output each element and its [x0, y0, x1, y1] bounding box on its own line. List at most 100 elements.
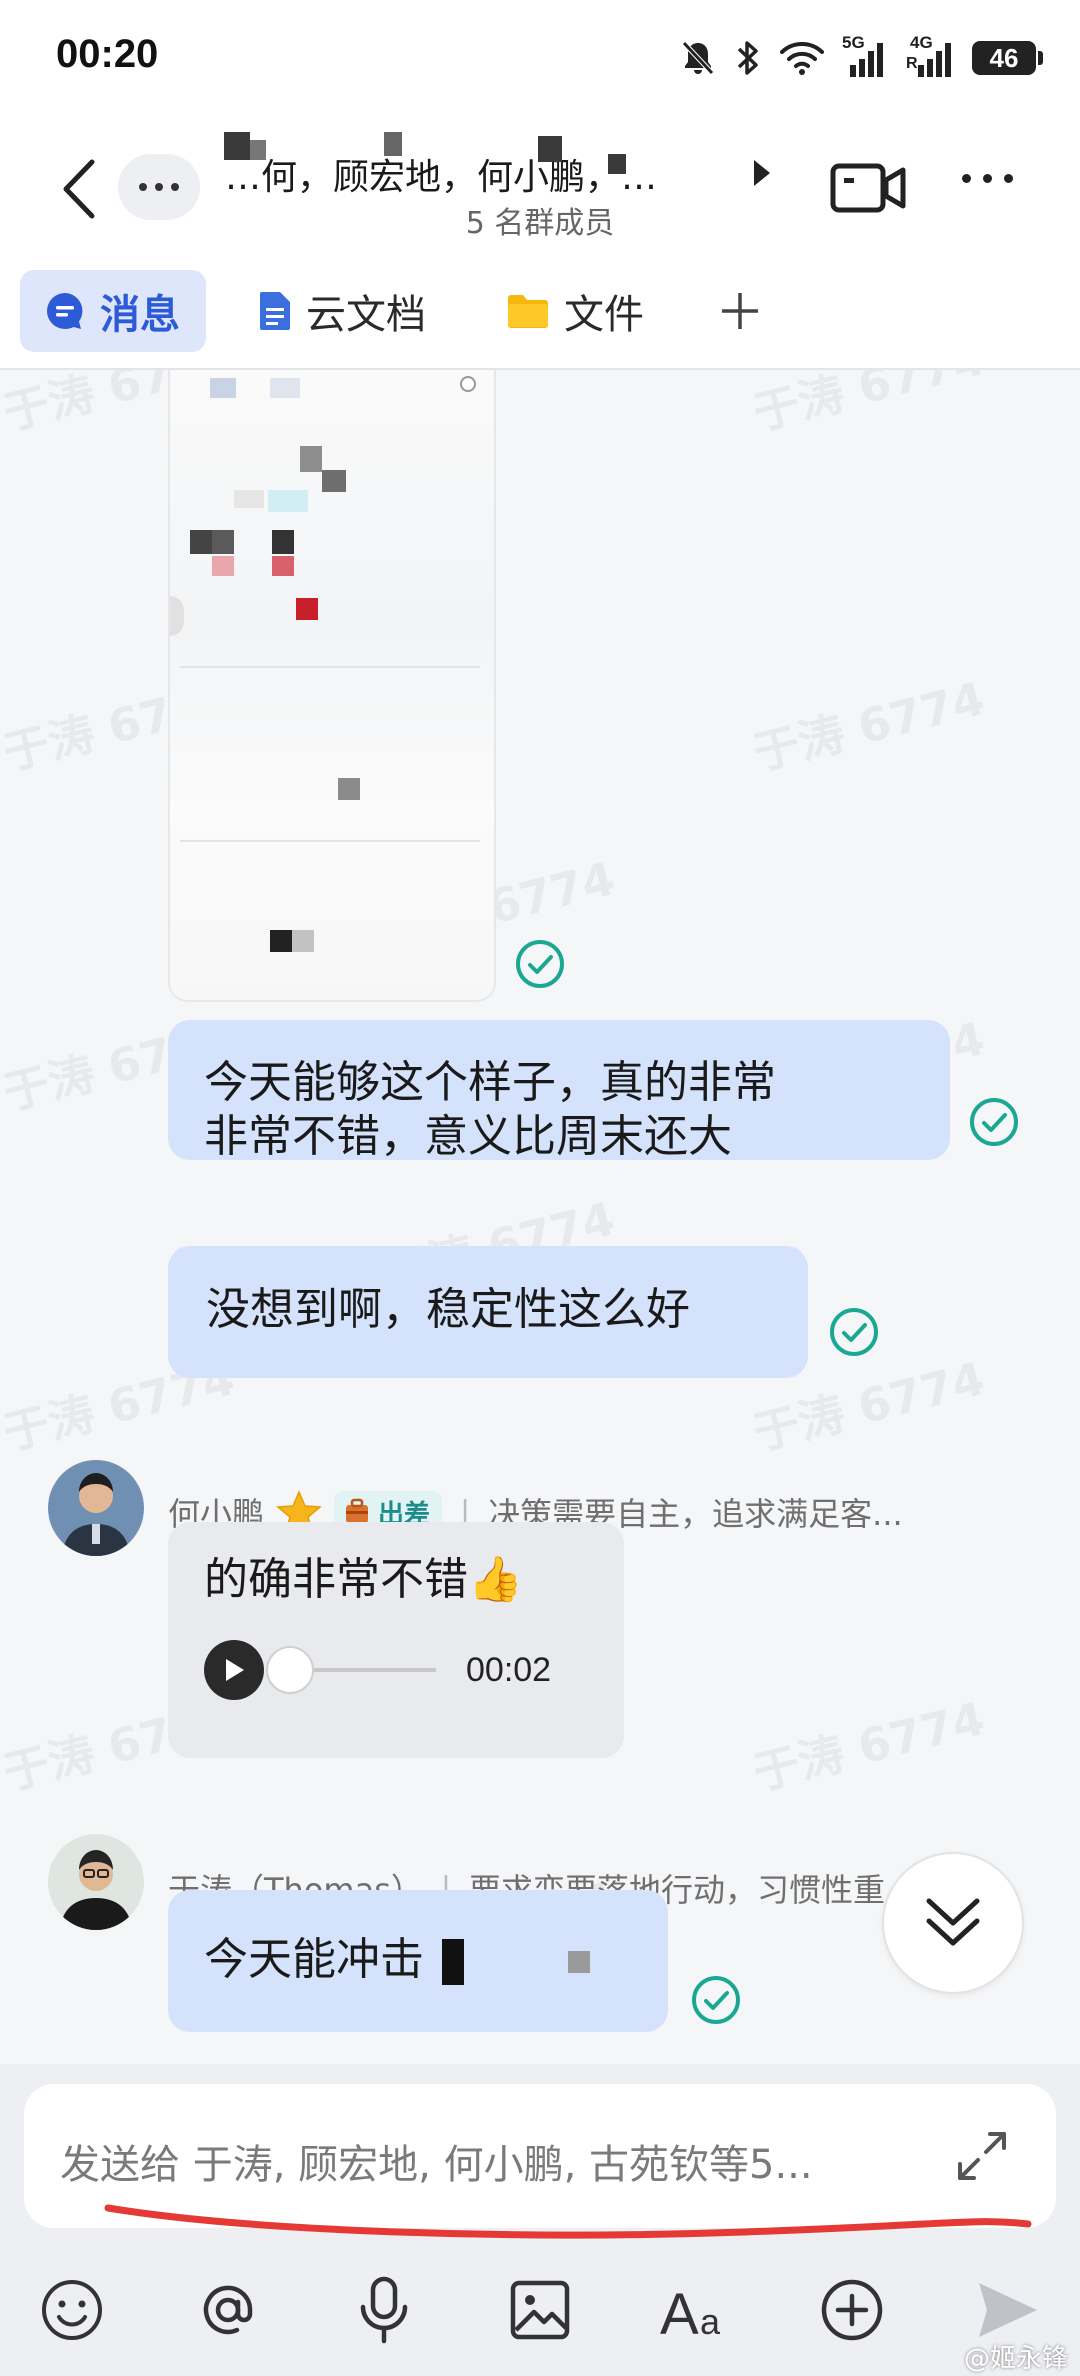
- avatar[interactable]: [48, 1460, 144, 1556]
- message-text: 今天能冲击: [204, 1934, 424, 1985]
- message-text: 的确非常不错👍: [204, 1554, 523, 1605]
- tab-messages[interactable]: 消息: [20, 270, 206, 352]
- person-avatar-icon: [48, 1460, 144, 1556]
- mute-bell-icon: [682, 41, 714, 75]
- redaction-mosaic: [384, 132, 402, 156]
- person-avatar-icon: [48, 1834, 144, 1930]
- voice-player[interactable]: 00:02: [204, 1630, 594, 1710]
- redaction-mosaic: [568, 1951, 590, 1973]
- composer-toolbar: A a: [0, 2260, 1080, 2360]
- mention-button[interactable]: [188, 2270, 268, 2350]
- svg-text:A: A: [660, 2282, 699, 2340]
- play-button[interactable]: [204, 1640, 264, 1700]
- read-check-icon: [692, 1976, 740, 2024]
- message-bubble-mine[interactable]: 今天能够这个样子，真的非常 非常不错，意义比周末还大: [168, 1020, 950, 1162]
- format-text-button[interactable]: A a: [656, 2270, 736, 2350]
- redaction-mosaic: [180, 840, 480, 842]
- redaction-mosaic: [268, 490, 308, 512]
- avatar[interactable]: [48, 1834, 144, 1930]
- input-placeholder: 发送给 于涛, 顾宏地, 何小鹏, 古苑钦等5...: [60, 2142, 813, 2188]
- tab-bar: 消息 云文档 文件: [0, 248, 1080, 370]
- message-text: 今天能够这个样子，真的非常 非常不错，意义比周末还大: [204, 1057, 776, 1162]
- voice-duration: 00:02: [466, 1651, 552, 1689]
- redaction-mosaic: [272, 556, 294, 576]
- redaction-mosaic: [460, 376, 476, 392]
- dot-icon: [139, 183, 147, 191]
- message-bubble-other[interactable]: 的确非常不错👍 00:02: [168, 1522, 624, 1758]
- redaction-mosaic: [250, 140, 266, 160]
- battery-indicator: 46: [972, 41, 1043, 75]
- more-actions-button[interactable]: [812, 2270, 892, 2350]
- message-bubble-mine[interactable]: 今天能冲击: [168, 1890, 668, 2032]
- redaction-mosaic: [292, 930, 314, 952]
- redaction-mosaic: [338, 778, 360, 800]
- dot-icon: [171, 183, 179, 191]
- image-button[interactable]: [500, 2270, 580, 2350]
- redaction-mosaic: [322, 470, 346, 492]
- play-icon: [226, 1659, 244, 1681]
- signal-5g-icon: 5G: [842, 33, 888, 79]
- read-check-icon: [830, 1308, 878, 1356]
- redaction-mosaic: [190, 530, 212, 554]
- at-mention-icon: [203, 2285, 253, 2335]
- message-list[interactable]: 于涛 6774 于涛 6774 于涛 6774 于涛 6774 于涛 6774 …: [0, 370, 1080, 2064]
- watermark: 于涛 6774: [747, 370, 990, 441]
- tab-files[interactable]: 文件: [506, 270, 644, 352]
- read-check-icon: [516, 940, 564, 988]
- voice-progress-track[interactable]: [266, 1646, 436, 1694]
- document-icon: [260, 292, 290, 330]
- voice-progress-knob[interactable]: [266, 1646, 314, 1694]
- watermark: 于涛 6774: [747, 1691, 990, 1801]
- chat-title[interactable]: …何，顾宏地，何小鹏，…: [225, 148, 765, 198]
- video-call-icon[interactable]: [830, 158, 906, 218]
- status-icons: 5G 4G R 46: [680, 30, 1043, 86]
- double-chevron-down-icon: [926, 1898, 980, 1946]
- status-bar: 00:20 5G 4G R 46: [0, 0, 1080, 118]
- redaction-mosaic: [270, 930, 292, 952]
- redaction-mosaic: [272, 530, 294, 554]
- redaction-mosaic: [300, 446, 322, 472]
- red-annotation-underline: [104, 2204, 1032, 2239]
- source-credit: @姬永锋: [963, 2344, 1068, 2374]
- signal-4g-icon: 4G R: [906, 33, 954, 79]
- redaction-mosaic: [210, 378, 236, 398]
- plus-circle-icon: [821, 2279, 883, 2341]
- redaction-mosaic: [224, 132, 250, 160]
- member-count[interactable]: 5 名群成员: [0, 198, 1080, 242]
- redaction-mosaic: [212, 530, 234, 554]
- redaction-mosaic: [538, 136, 562, 162]
- redaction-mosaic: [608, 154, 626, 174]
- chat-bubble-icon: [47, 293, 83, 329]
- image-message[interactable]: [168, 370, 496, 1002]
- status-time: 00:20: [56, 32, 159, 76]
- composer: 发送给 于涛, 顾宏地, 何小鹏, 古苑钦等5... A a: [0, 2064, 1080, 2376]
- dot-icon: [155, 183, 163, 191]
- microphone-icon: [360, 2276, 408, 2344]
- redaction-mosaic: [296, 598, 318, 620]
- redaction-mosaic: [180, 666, 480, 668]
- redaction-mosaic: [442, 1939, 464, 1985]
- redaction-mosaic: [234, 490, 264, 508]
- send-icon: [979, 2283, 1037, 2337]
- expand-icon[interactable]: [952, 2126, 1012, 2186]
- menu-more-icon[interactable]: [962, 174, 1013, 183]
- add-tab-button[interactable]: [718, 270, 762, 352]
- message-input[interactable]: 发送给 于涛, 顾宏地, 何小鹏, 古苑钦等5...: [24, 2084, 1056, 2239]
- wifi-icon: [780, 42, 824, 75]
- read-check-icon: [970, 1098, 1018, 1146]
- emoji-button[interactable]: [32, 2270, 112, 2350]
- redaction-mosaic: [270, 378, 300, 398]
- tab-cloud-docs[interactable]: 云文档: [258, 270, 426, 352]
- voice-input-button[interactable]: [344, 2270, 424, 2350]
- text-format-icon: A a: [660, 2282, 721, 2340]
- message-bubble-mine[interactable]: 没想到啊，稳定性这么好: [168, 1246, 808, 1378]
- redaction-mosaic: [170, 370, 494, 1000]
- emoji-icon: [42, 2280, 102, 2340]
- title-expand-arrow-icon[interactable]: [752, 158, 772, 188]
- svg-text:a: a: [700, 2301, 721, 2340]
- chat-header: …何，顾宏地，何小鹏，… 5 名群成员: [0, 118, 1080, 248]
- plus-icon: [722, 293, 758, 329]
- scroll-to-bottom-button[interactable]: [882, 1852, 1024, 1994]
- watermark: 于涛 6774: [747, 671, 990, 781]
- redaction-mosaic: [212, 556, 234, 576]
